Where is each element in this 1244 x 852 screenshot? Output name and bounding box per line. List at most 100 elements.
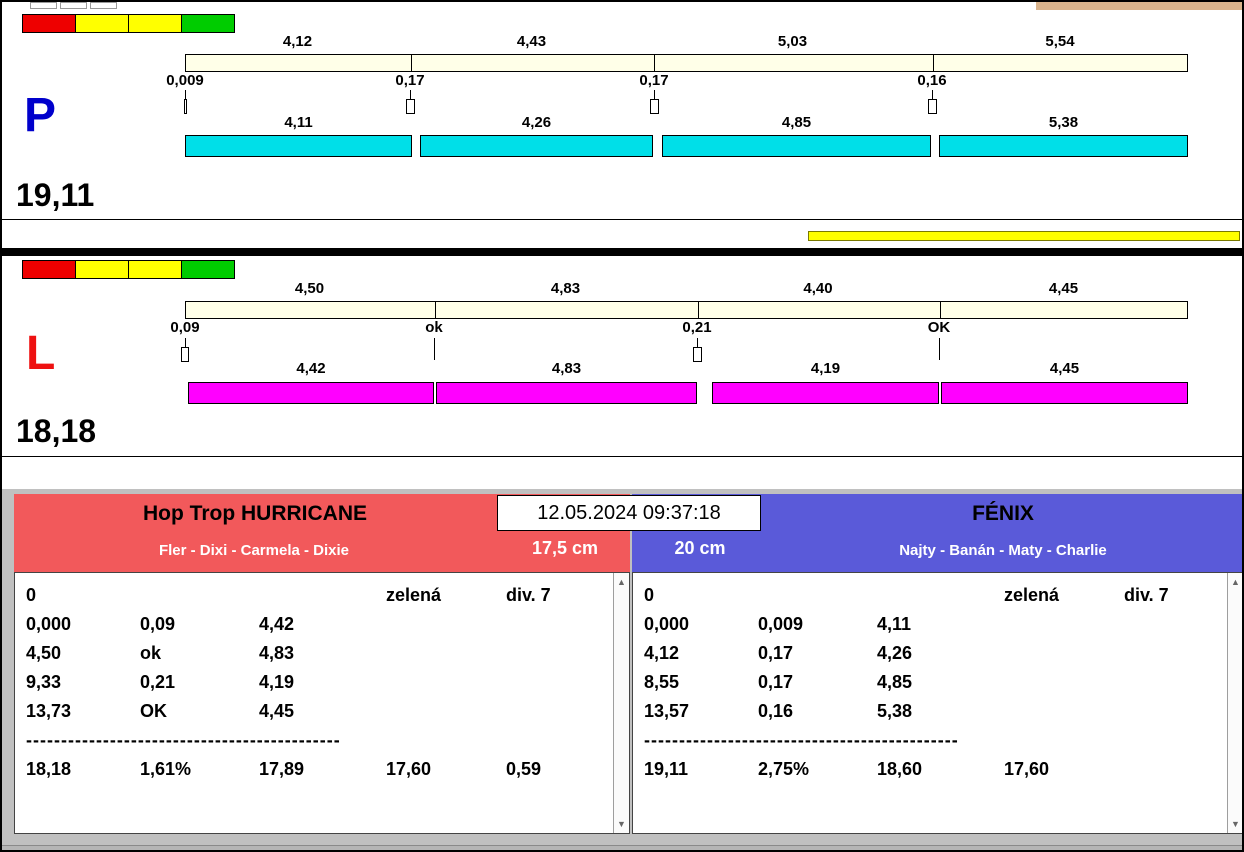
changeover-time-label: 0,21 (652, 319, 742, 336)
table-cell (506, 697, 603, 726)
table-cell: 0,000 (644, 610, 758, 639)
results-table-right: 0 zelená div. 7 0,000 0,009 4,11 4,12 0,… (632, 572, 1244, 834)
table-cell (1004, 697, 1124, 726)
changeover-gap-box (406, 99, 415, 114)
datetime-display: 12.05.2024 09:37:18 (497, 495, 761, 531)
table-cell: 13,57 (644, 697, 758, 726)
results-grid: 0 zelená div. 7 0,000 0,009 4,11 4,12 0,… (633, 573, 1243, 784)
leg-time-label: 5,38 (939, 114, 1188, 132)
split-time-label: 4,43 (410, 33, 653, 51)
changeover-tick (654, 90, 655, 99)
table-cell: 0 (644, 581, 758, 610)
changeover-tick (434, 338, 435, 360)
table-cell: 2,75% (758, 755, 877, 784)
changeover-marker (424, 338, 444, 360)
window-fragment (90, 2, 117, 9)
table-cell: 17,60 (386, 755, 506, 784)
light-yellow-1 (75, 14, 129, 33)
window-fragment-tan (1036, 2, 1242, 10)
table-cell: div. 7 (1124, 581, 1217, 610)
table-cell (1004, 639, 1124, 668)
leg-time-bar (712, 382, 939, 404)
table-cell: 0,21 (140, 668, 259, 697)
table-cell: div. 7 (506, 581, 603, 610)
table-cell: 0,17 (758, 668, 877, 697)
split-bar-divider (940, 302, 941, 318)
light-yellow-1 (75, 260, 129, 279)
split-bar-divider (654, 55, 655, 71)
table-cell (1004, 668, 1124, 697)
table-cell (506, 668, 603, 697)
leg-time-bar (185, 135, 412, 157)
changeover-gap-box (184, 99, 187, 114)
changeover-time-label: OK (894, 319, 984, 336)
table-cell: 4,11 (877, 610, 1004, 639)
vertical-scrollbar[interactable]: ▲ ▼ (613, 573, 629, 833)
team-dogs: Fler - Dixi - Carmela - Dixie (34, 542, 474, 559)
vertical-scrollbar[interactable]: ▲ ▼ (1227, 573, 1243, 833)
table-cell: 0 (26, 581, 140, 610)
table-cell: 0,009 (758, 610, 877, 639)
scroll-up-icon[interactable]: ▲ (1228, 574, 1243, 590)
table-cell: 17,89 (259, 755, 386, 784)
light-yellow-2 (128, 260, 182, 279)
table-cell: ok (140, 639, 259, 668)
lane-letter-l: L (26, 330, 55, 378)
split-time-label: 5,03 (653, 33, 932, 51)
table-cell (506, 610, 603, 639)
table-cell (1124, 755, 1217, 784)
light-green (181, 14, 235, 33)
table-cell (140, 581, 259, 610)
split-time-label: 4,83 (434, 280, 697, 298)
changeover-time-label: 0,16 (887, 72, 977, 89)
leg-time-bar (188, 382, 434, 404)
lane-bottom-strip (2, 219, 1242, 248)
team-jump-height: 20 cm (650, 538, 750, 559)
panel-divider (2, 248, 1242, 256)
changeover-tick (697, 338, 698, 347)
changeover-time-label: 0,09 (140, 319, 230, 336)
light-red (22, 14, 76, 33)
table-divider: ----------------------------------------… (26, 726, 603, 755)
changeover-time-label: 0,17 (609, 72, 699, 89)
table-cell: 0,09 (140, 610, 259, 639)
split-time-label: 5,54 (932, 33, 1188, 51)
table-cell: zelená (1004, 581, 1124, 610)
changeover-marker (929, 338, 949, 360)
split-bar-divider (435, 302, 436, 318)
split-bar (185, 301, 1188, 319)
split-bar-divider (698, 302, 699, 318)
scroll-down-icon[interactable]: ▼ (1228, 816, 1243, 832)
table-cell: 0,000 (26, 610, 140, 639)
leg-time-bar (941, 382, 1188, 404)
table-cell: 13,73 (26, 697, 140, 726)
results-table-left: 0 zelená div. 7 0,000 0,09 4,42 4,50 ok … (14, 572, 630, 834)
window-fragment (60, 2, 87, 9)
scroll-up-icon[interactable]: ▲ (614, 574, 629, 590)
table-cell: 4,26 (877, 639, 1004, 668)
table-cell: 4,12 (644, 639, 758, 668)
leg-time-label: 4,11 (185, 114, 412, 132)
split-time-label: 4,40 (697, 280, 939, 298)
scroll-down-icon[interactable]: ▼ (614, 816, 629, 832)
table-cell (1124, 610, 1217, 639)
lane-bottom-strip (2, 456, 1242, 489)
changeover-time-label: ok (389, 319, 479, 336)
table-cell: 19,11 (644, 755, 758, 784)
team-jump-height: 17,5 cm (509, 538, 621, 559)
changeover-marker (687, 338, 707, 362)
table-cell: 0,16 (758, 697, 877, 726)
start-lights (23, 14, 235, 33)
lane-total-time: 18,18 (16, 414, 96, 448)
changeover-time-label: 0,17 (365, 72, 455, 89)
light-yellow-2 (128, 14, 182, 33)
team-name: FÉNIX (762, 502, 1244, 526)
changeover-marker (175, 338, 195, 362)
leg-time-label: 4,45 (941, 360, 1188, 378)
changeover-tick (185, 338, 186, 347)
table-divider: ----------------------------------------… (644, 726, 1217, 755)
leg-time-label: 4,19 (712, 360, 939, 378)
lane-letter-p: P (24, 92, 56, 140)
start-lights (23, 260, 235, 279)
app-window: P 4,12 4,43 5,03 5,54 0,009 0,17 0,17 0,… (0, 0, 1244, 852)
